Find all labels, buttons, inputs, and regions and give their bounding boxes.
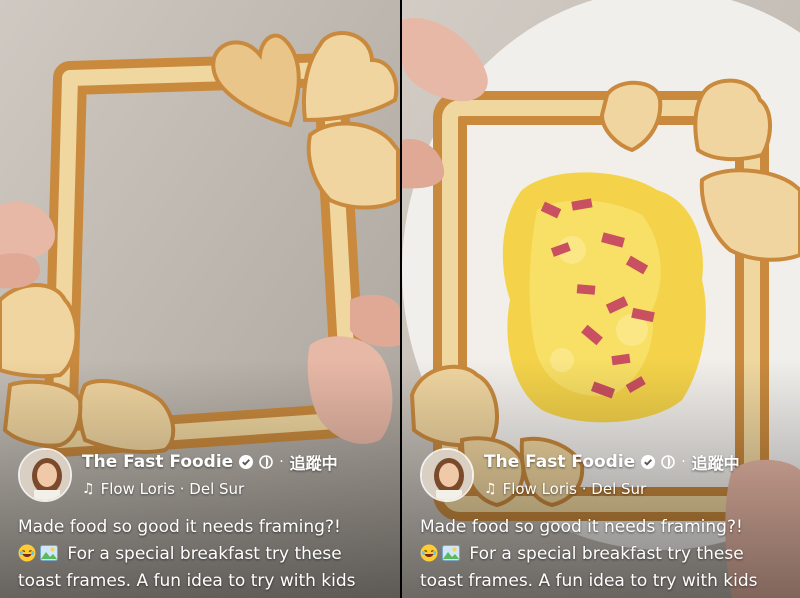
caption-line-3: toast frames. A fun idea to try with kid…	[420, 571, 758, 591]
post-caption[interactable]: Made food so good it needs framing?! For…	[420, 514, 790, 595]
video-panel-left[interactable]: The Fast Foodie · 追蹤中 ♫ Flow Loris · Del…	[0, 0, 400, 598]
video-feed: The Fast Foodie · 追蹤中 ♫ Flow Loris · Del…	[0, 0, 800, 598]
laughing-emoji-icon	[18, 544, 36, 562]
verified-icon	[641, 455, 656, 469]
laughing-emoji-icon	[420, 544, 438, 562]
caption-line-2-text: For a special breakfast try these	[67, 544, 342, 564]
caption-line-3: toast frames. A fun idea to try with kid…	[18, 571, 356, 591]
caption-line-1: Made food so good it needs framing?!	[420, 517, 743, 537]
author-name[interactable]: The Fast Foodie	[484, 452, 635, 472]
author-info: The Fast Foodie · 追蹤中 ♫ Flow Loris · Del…	[18, 448, 378, 508]
music-track: Flow Loris · Del Sur	[100, 480, 245, 498]
caption-line-1: Made food so good it needs framing?!	[18, 517, 341, 537]
music-note-icon: ♫	[484, 481, 497, 497]
caption-line-2-text: For a special breakfast try these	[469, 544, 744, 564]
toast-frame-photo	[0, 0, 400, 598]
toast-frame-eggs-photo	[402, 0, 800, 598]
music-info[interactable]: ♫ Flow Loris · Del Sur	[484, 480, 646, 498]
music-note-icon: ♫	[82, 481, 95, 497]
follow-button[interactable]: 追蹤中	[290, 450, 338, 474]
caption-line-2: For a special breakfast try these	[18, 541, 388, 568]
author-avatar[interactable]	[18, 448, 72, 502]
author-info: The Fast Foodie · 追蹤中 ♫ Flow Loris · Del…	[420, 448, 780, 508]
picture-emoji-icon	[442, 545, 460, 561]
music-info[interactable]: ♫ Flow Loris · Del Sur	[82, 480, 244, 498]
caption-line-2: For a special breakfast try these	[420, 541, 790, 568]
post-caption[interactable]: Made food so good it needs framing?! For…	[18, 514, 388, 595]
globe-icon	[661, 455, 676, 469]
follow-button[interactable]: 追蹤中	[692, 450, 740, 474]
separator-dot: ·	[279, 454, 284, 470]
separator-dot: ·	[681, 454, 686, 470]
author-avatar[interactable]	[420, 448, 474, 502]
music-track: Flow Loris · Del Sur	[502, 480, 647, 498]
verified-icon	[239, 455, 254, 469]
globe-icon	[259, 455, 274, 469]
author-name[interactable]: The Fast Foodie	[82, 452, 233, 472]
picture-emoji-icon	[40, 545, 58, 561]
video-panel-right[interactable]: The Fast Foodie · 追蹤中 ♫ Flow Loris · Del…	[402, 0, 800, 598]
